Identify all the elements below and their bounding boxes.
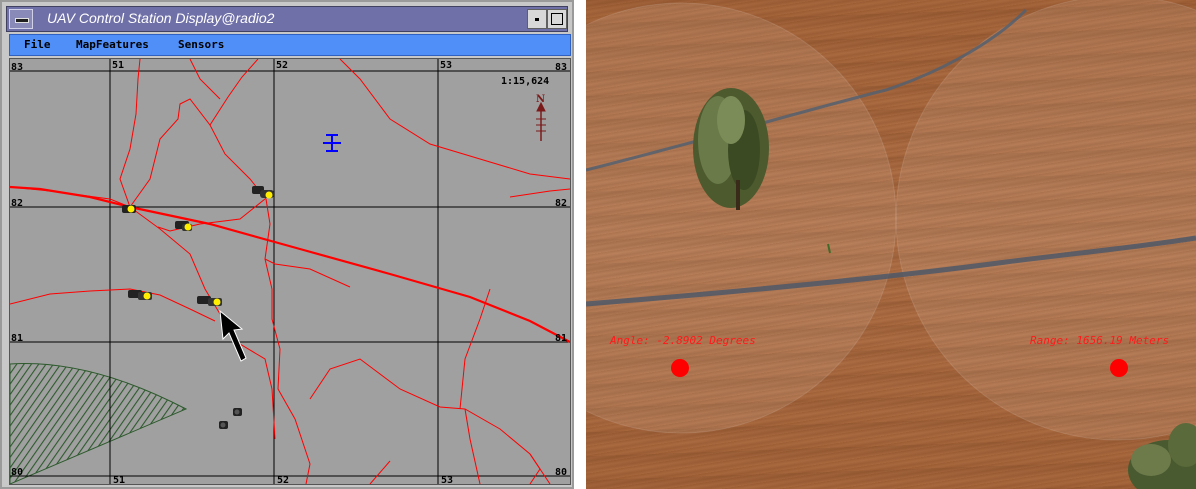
window-menu-button[interactable] — [9, 9, 33, 29]
grid-label-bottom-52: 52 — [277, 475, 289, 484]
maximize-icon — [551, 13, 563, 25]
window-menu-icon — [15, 18, 29, 23]
minimize-icon — [535, 18, 539, 21]
grid-label-left-81: 81 — [11, 333, 23, 344]
north-arrow-icon — [536, 101, 546, 141]
uav-aircraft-icon[interactable] — [323, 134, 341, 152]
map-canvas: 51 52 53 51 52 53 83 82 81 80 83 82 81 8… — [10, 59, 570, 484]
grid-label-right-80: 80 — [555, 467, 567, 478]
window-titlebar[interactable]: UAV Control Station Display@radio2 — [6, 6, 568, 32]
main-highway — [10, 185, 570, 343]
sensor-camera-view: Angle: -2.8902 Degrees Range: 1656.19 Me… — [586, 0, 1196, 489]
grid-label-top-51: 51 — [112, 60, 124, 71]
minimize-button[interactable] — [527, 9, 547, 29]
map-scale: 1:15,624 — [501, 76, 549, 87]
menu-mapfeatures[interactable]: MapFeatures — [76, 38, 149, 51]
north-label: N — [536, 94, 545, 105]
vehicle-icon[interactable] — [122, 205, 136, 213]
grid-label-left-82: 82 — [11, 198, 23, 209]
left-red-marker — [671, 359, 689, 377]
sensor-circle-left — [586, 2, 897, 434]
grid-label-top-52: 52 — [276, 60, 288, 71]
menu-sensors[interactable]: Sensors — [178, 38, 224, 51]
window-title: UAV Control Station Display@radio2 — [47, 10, 275, 26]
angle-readout: Angle: -2.8902 Degrees — [610, 334, 756, 347]
grid-label-right-83: 83 — [555, 62, 567, 73]
grid-label-left-83: 83 — [11, 62, 23, 73]
vehicle-icon[interactable] — [233, 408, 242, 416]
grid-label-right-82: 82 — [555, 198, 567, 209]
sensor-circle-right — [895, 0, 1196, 441]
menu-bar: File MapFeatures Sensors — [9, 34, 571, 56]
grid-label-bottom-53: 53 — [441, 475, 453, 484]
grid-label-bottom-51: 51 — [113, 475, 125, 484]
sensor-scene — [586, 0, 1196, 489]
vehicle-icon[interactable] — [252, 186, 274, 199]
right-red-marker — [1110, 359, 1128, 377]
grid-label-right-81: 81 — [555, 333, 567, 344]
maximize-button[interactable] — [547, 9, 567, 29]
grid-label-top-53: 53 — [440, 60, 452, 71]
grid-label-left-80: 80 — [11, 467, 23, 478]
range-readout: Range: 1656.19 Meters — [1030, 334, 1170, 347]
map-view[interactable]: 51 52 53 51 52 53 83 82 81 80 83 82 81 8… — [9, 58, 571, 485]
menu-file[interactable]: File — [24, 38, 51, 51]
vehicle-icon[interactable] — [197, 296, 222, 306]
vehicle-icon[interactable] — [128, 290, 152, 300]
vehicle-icon[interactable] — [219, 421, 228, 429]
vegetation-area — [10, 363, 188, 484]
arrow-cursor-icon — [219, 309, 247, 362]
